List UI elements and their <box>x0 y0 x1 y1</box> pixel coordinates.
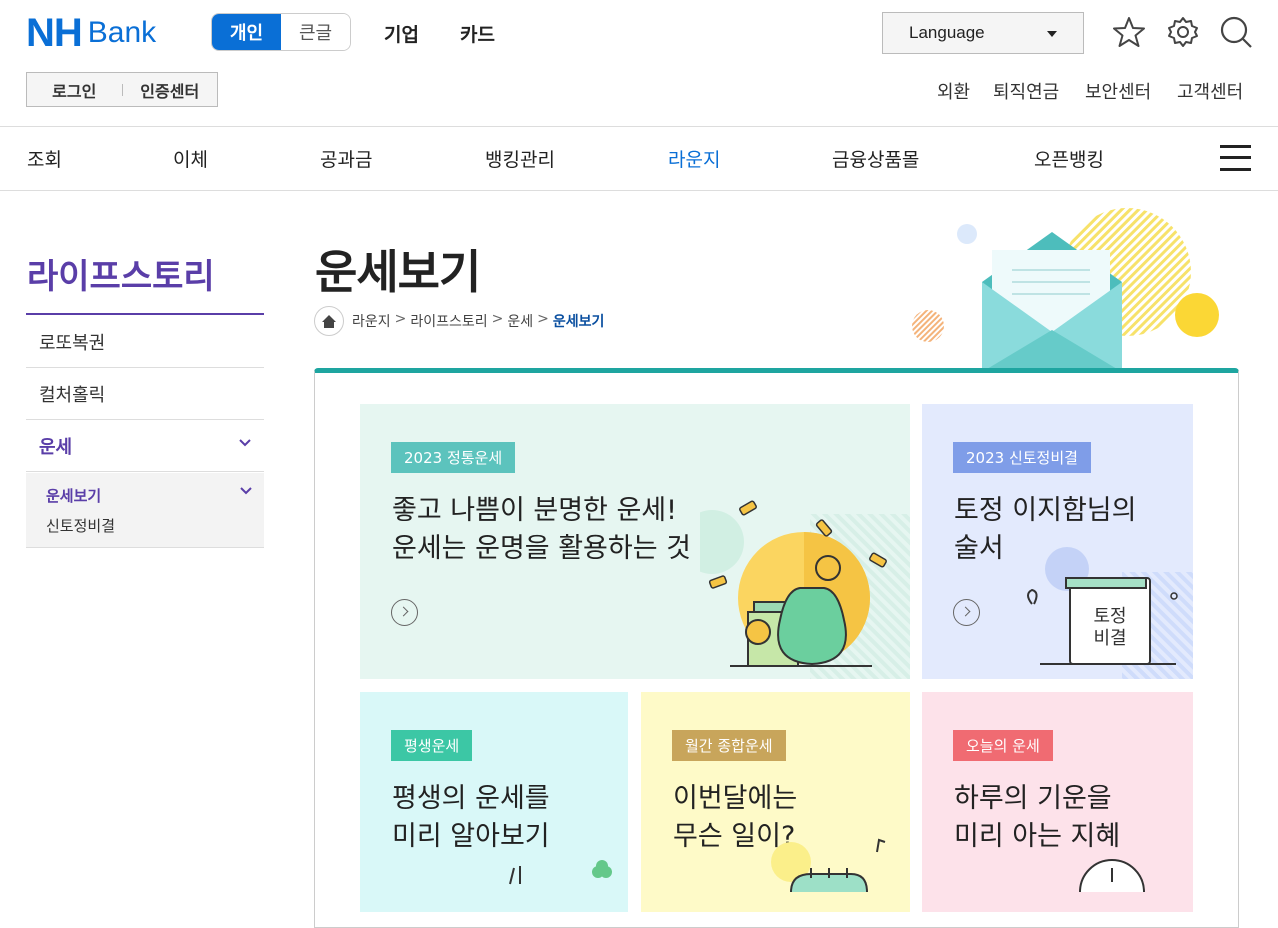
star-icon[interactable] <box>1112 15 1146 49</box>
calendar-icon <box>771 838 886 892</box>
card-line2: 운세는 운명을 활용하는 것 <box>392 533 691 564</box>
sidebar-rule <box>26 313 264 315</box>
caret-down-icon <box>1047 31 1057 37</box>
nh-bank-logo[interactable]: NH Bank <box>26 11 157 55</box>
submenu-fortune-view[interactable]: 운세보기 <box>46 485 101 506</box>
gnb-bottom-border <box>0 190 1278 191</box>
sidebar-item-culture[interactable]: 컬처홀릭 <box>26 368 264 420</box>
home-icon <box>322 314 336 328</box>
card-traditional-fortune[interactable]: 2023 정통운세 좋고 나쁨이 분명한 운세! 운세는 운명을 활용하는 것 <box>360 404 910 679</box>
breadcrumb-lounge[interactable]: 라운지 <box>352 311 391 331</box>
gnb-top-border <box>0 126 1278 127</box>
topnav-corporate[interactable]: 기업 <box>384 20 419 47</box>
card-line2: 미리 알아보기 <box>392 821 550 852</box>
money-bag-icon <box>700 500 910 679</box>
sidebar-item-label: 로또복권 <box>39 332 106 354</box>
book-label: 토정 비결 <box>1093 606 1127 649</box>
util-pension[interactable]: 퇴직연금 <box>993 78 1059 104</box>
sidebar-item-lotto[interactable]: 로또복권 <box>26 316 264 368</box>
mode-segment: 개인 큰글 <box>211 13 351 51</box>
topnav-card[interactable]: 카드 <box>460 20 495 47</box>
search-icon[interactable] <box>1219 15 1253 49</box>
card-badge: 2023 정통운세 <box>391 442 516 473</box>
segment-large-text[interactable]: 큰글 <box>281 14 350 50</box>
breadcrumb-current: 운세보기 <box>552 314 605 330</box>
menu-icon[interactable] <box>1220 145 1251 171</box>
logo-bank-text: Bank <box>87 16 157 49</box>
gnb-utility-bills[interactable]: 공과금 <box>320 145 372 172</box>
gnb-inquiry[interactable]: 조회 <box>27 145 62 172</box>
card-monthly-fortune[interactable]: 월간 종합운세 이번달에는 무슨 일이? <box>641 692 910 912</box>
card-line1: 토정 이지함님의 <box>954 495 1137 526</box>
gnb-product-mall[interactable]: 금융상품몰 <box>832 145 919 172</box>
card-daily-fortune[interactable]: 오늘의 운세 하루의 기운을 미리 아는 지혜 <box>922 692 1193 912</box>
card-line1: 하루의 기운을 <box>954 783 1112 814</box>
segment-personal[interactable]: 개인 <box>212 14 281 50</box>
util-security[interactable]: 보안센터 <box>1085 78 1151 104</box>
card-line1: 이번달에는 <box>673 783 798 814</box>
compass-icon <box>1079 859 1145 892</box>
util-customer[interactable]: 고객센터 <box>1177 78 1243 104</box>
auth-box: 로그인 인증센터 <box>26 72 218 107</box>
card-tojeong-fortune[interactable]: 2023 신토정비결 토정 이지함님의 술서 토정 비결 <box>922 404 1193 679</box>
home-button[interactable] <box>314 306 344 336</box>
gnb-lounge[interactable]: 라운지 <box>668 145 720 172</box>
chevron-down-icon <box>239 439 251 447</box>
util-forex[interactable]: 외환 <box>937 78 970 104</box>
card-badge: 2023 신토정비결 <box>953 442 1091 473</box>
language-select[interactable]: Language <box>882 12 1084 54</box>
gnb-banking-mgmt[interactable]: 뱅킹관리 <box>485 145 555 172</box>
card-line2: 미리 아는 지혜 <box>954 821 1121 852</box>
card-description: 하루의 기운을 미리 아는 지혜 <box>954 780 1120 856</box>
gnb-open-banking[interactable]: 오픈뱅킹 <box>1034 145 1104 172</box>
card-description: 평생의 운세를 미리 알아보기 <box>392 780 550 856</box>
cert-center-link[interactable]: 인증센터 <box>123 78 218 102</box>
breadcrumb-lifestory[interactable]: 라이프스토리 <box>410 311 487 331</box>
card-line1: 좋고 나쁨이 분명한 운세! <box>392 495 677 526</box>
sidebar-title: 라이프스토리 <box>27 257 215 297</box>
envelope-illustration <box>912 208 1219 372</box>
sidebar-submenu: 운세보기 신토정비결 <box>26 473 264 548</box>
chevron-right-icon[interactable] <box>953 599 980 626</box>
submenu-tojeong[interactable]: 신토정비결 <box>46 515 115 536</box>
gnb-transfer[interactable]: 이체 <box>173 145 208 172</box>
gear-icon[interactable] <box>1166 15 1200 49</box>
chevron-down-icon <box>240 487 252 495</box>
card-description: 좋고 나쁨이 분명한 운세! 운세는 운명을 활용하는 것 <box>392 492 691 568</box>
sidebar-item-fortune[interactable]: 운세 <box>26 420 264 472</box>
card-lifetime-fortune[interactable]: 평생운세 평생의 운세를 미리 알아보기 <box>360 692 628 912</box>
card-badge: 평생운세 <box>391 730 473 761</box>
clover-icon <box>509 860 612 885</box>
language-label: Language <box>909 23 985 42</box>
card-badge: 월간 종합운세 <box>672 730 786 761</box>
breadcrumb: 라운지 > 라이프스토리 > 운세 > 운세보기 <box>352 311 605 331</box>
logo-nh-text: NH <box>26 11 83 55</box>
sidebar-item-label: 컬처홀릭 <box>39 384 106 406</box>
page-title: 운세보기 <box>315 245 481 299</box>
breadcrumb-fortune[interactable]: 운세 <box>507 311 533 331</box>
card-line1: 평생의 운세를 <box>392 783 550 814</box>
sidebar-item-label: 운세 <box>39 436 73 458</box>
login-link[interactable]: 로그인 <box>27 78 122 102</box>
card-badge: 오늘의 운세 <box>953 730 1053 761</box>
chevron-right-icon[interactable] <box>391 599 418 626</box>
